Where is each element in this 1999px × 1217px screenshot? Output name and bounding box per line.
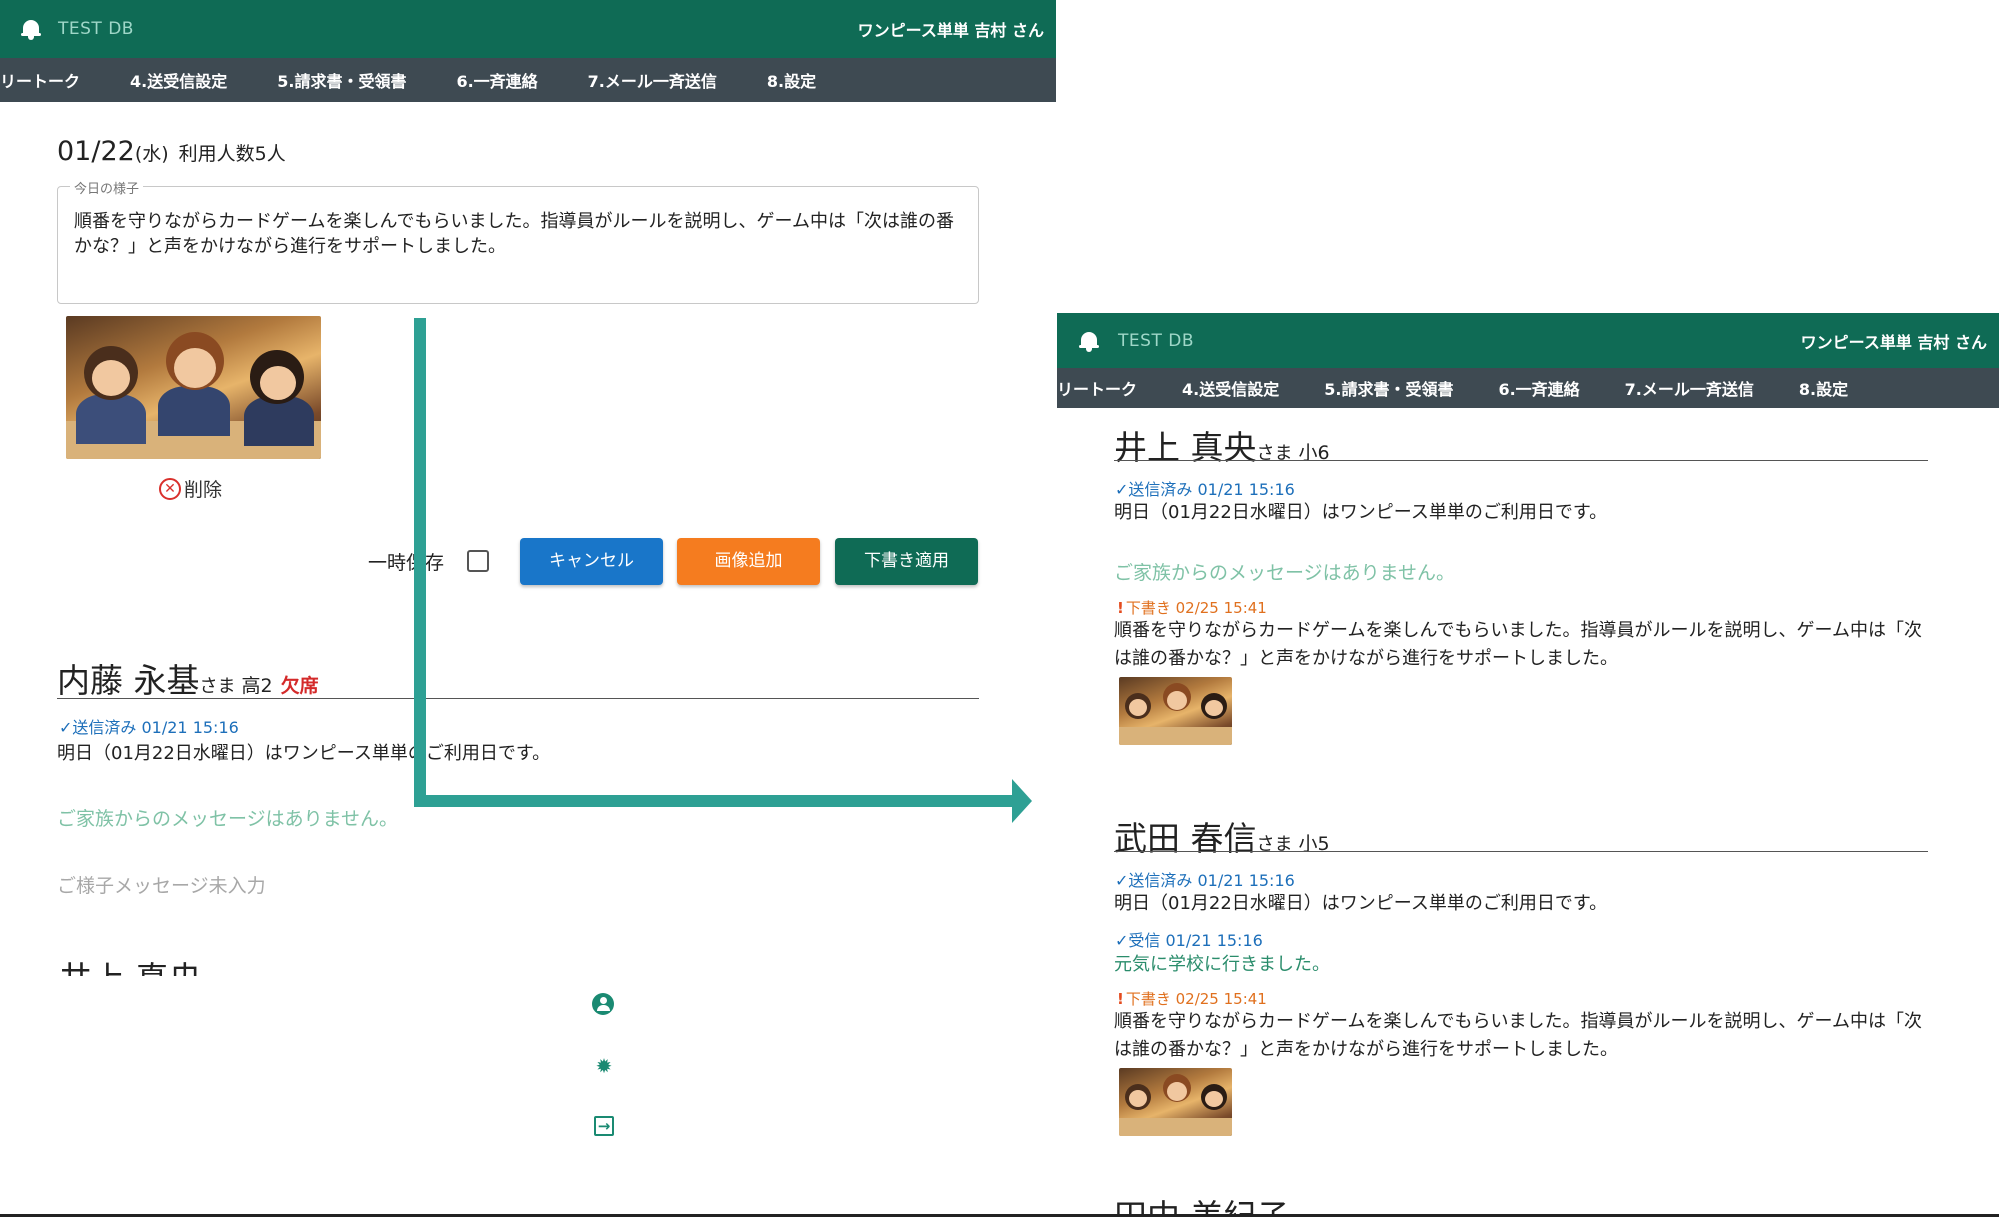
app-brand: TEST DB xyxy=(1118,330,1194,351)
family-message: 元気に学校に行きました。 xyxy=(1114,954,1330,975)
nav-item-settings[interactable]: 8.設定 xyxy=(1799,376,1848,400)
family-message-empty: ご家族からのメッセージはありません。 xyxy=(57,808,399,830)
left-app-header: TEST DB ワンピース単単 吉村 さん xyxy=(0,0,1056,58)
sent-status: ✓送信済み 01/21 15:16 xyxy=(1115,480,1295,499)
absent-badge: 欠席 xyxy=(280,675,319,697)
textarea-legend: 今日の様子 xyxy=(70,178,144,197)
nav-item-broadcast[interactable]: 6.一斉連絡 xyxy=(1498,376,1579,400)
person-name-text: 井上 真央 xyxy=(1114,428,1257,467)
nav-item-send-receive-settings[interactable]: 4.送受信設定 xyxy=(130,68,227,92)
right-app-header: ) TEST DB ワンピース単単 吉村 さん xyxy=(1051,313,1999,368)
flow-arrow-head xyxy=(1012,779,1032,823)
exclamation-icon: ! xyxy=(1117,599,1124,617)
temp-save-label: 一時保存 xyxy=(368,552,445,574)
state-message-empty: ご様子メッセージ未入力 xyxy=(57,875,266,897)
user-name[interactable]: ワンピース単単 吉村 さん xyxy=(858,17,1044,41)
bell-icon[interactable] xyxy=(1079,330,1100,352)
grade: 高2 xyxy=(241,675,273,697)
today-state-textarea[interactable]: 今日の様子 順番を守りながらカードゲームを楽しんでもらいました。指導員がルールを… xyxy=(57,178,979,304)
nav-item-broadcast[interactable]: 6.一斉連絡 xyxy=(456,68,537,92)
divider xyxy=(57,698,979,699)
schedule-message: 明日（01月22日水曜日）はワンピース単単のご利用日です。 xyxy=(1114,893,1608,914)
left-nav-bar: リートーク 4.送受信設定 5.請求書・受領書 6.一斉連絡 7.メール一斉送信… xyxy=(0,58,1056,102)
nav-item-mail-broadcast[interactable]: 7.メール一斉送信 xyxy=(1625,376,1754,400)
schedule-message: 明日（01月22日水曜日）はワンピース単単のご利用日です。 xyxy=(1114,502,1608,523)
family-message-empty: ご家族からのメッセージはありません。 xyxy=(1114,562,1456,584)
person-name-text: 内藤 永基 xyxy=(57,661,200,700)
logout-icon[interactable]: → xyxy=(592,1114,616,1138)
draft-text: 順番を守りながらカードゲームを楽しんでもらいました。指導員がルールを説明し、ゲー… xyxy=(1114,1011,1923,1060)
flow-arrow-horizontal xyxy=(414,795,1014,807)
nav-item-invoices[interactable]: 5.請求書・受領書 xyxy=(1324,376,1453,400)
bell-icon[interactable] xyxy=(21,18,41,40)
nav-item-send-receive-settings[interactable]: 4.送受信設定 xyxy=(1182,376,1279,400)
person-name: 武田 春信さま 小5 xyxy=(1114,812,1330,860)
temp-save-checkbox[interactable] xyxy=(467,550,489,572)
exclamation-icon: ! xyxy=(1117,990,1124,1008)
next-person-name-clipped: 田中 美紀子 xyxy=(1114,1200,1294,1214)
nav-item-invoices[interactable]: 5.請求書・受領書 xyxy=(277,68,406,92)
flow-arrow-vertical xyxy=(414,318,426,807)
divider xyxy=(1114,851,1928,852)
honorific: さま xyxy=(199,676,236,697)
nav-item-talk[interactable]: リートーク xyxy=(1057,376,1137,400)
bug-icon[interactable]: ✹ xyxy=(592,1054,616,1078)
received-status: ✓受信 01/21 15:16 xyxy=(1115,931,1263,950)
date-day: 01/22 xyxy=(57,136,135,167)
nav-item-talk[interactable]: リートーク xyxy=(0,68,80,92)
app-brand: TEST DB xyxy=(58,19,134,39)
person-name-text: 武田 春信 xyxy=(1114,819,1257,858)
nav-item-mail-broadcast[interactable]: 7.メール一斉送信 xyxy=(588,68,717,92)
delete-label: 削除 xyxy=(184,479,223,501)
x-circle-icon: ✕ xyxy=(159,477,181,500)
activity-photo-thumbnail[interactable] xyxy=(1119,677,1232,745)
schedule-message: 明日（01月22日水曜日）はワンピース単単のご利用日です。 xyxy=(57,743,551,764)
divider xyxy=(1114,460,1928,461)
add-image-button[interactable]: 画像追加 xyxy=(677,538,820,585)
draft-status: ! 下書き 02/25 15:41 xyxy=(1117,599,1267,617)
sent-status: ✓送信済み 01/21 15:16 xyxy=(59,718,239,737)
activity-photo-thumbnail[interactable] xyxy=(1119,1068,1232,1136)
draft-text: 順番を守りながらカードゲームを楽しんでもらいました。指導員がルールを説明し、ゲー… xyxy=(1114,620,1923,669)
person-name: 井上 真央さま 小6 xyxy=(1114,421,1330,469)
account-circle-icon[interactable] xyxy=(592,993,616,1017)
date-weekday: (水) xyxy=(134,143,169,165)
user-name[interactable]: ワンピース単単 吉村 さん xyxy=(1801,329,1987,353)
cancel-button[interactable]: キャンセル xyxy=(520,538,663,585)
delete-image-button[interactable]: ✕ 削除 xyxy=(159,475,222,502)
right-nav-bar: リートーク 4.送受信設定 5.請求書・受領書 6.一斉連絡 7.メール一斉送信… xyxy=(1057,368,1999,408)
sent-status: ✓送信済み 01/21 15:16 xyxy=(1115,871,1295,890)
apply-draft-button[interactable]: 下書き適用 xyxy=(835,538,978,585)
textarea-value[interactable]: 順番を守りながらカードゲームを楽しんでもらいました。指導員がルールを説明し、ゲー… xyxy=(74,209,960,259)
user-count: 利用人数5人 xyxy=(178,143,286,165)
nav-item-settings[interactable]: 8.設定 xyxy=(767,68,816,92)
date-heading: 01/22(水) 利用人数5人 xyxy=(57,136,286,167)
draft-status: ! 下書き 02/25 15:41 xyxy=(1117,990,1267,1008)
next-person-name-clipped: 井上 真央 xyxy=(59,962,219,976)
activity-photo xyxy=(66,316,321,459)
person-name: 内藤 永基さま 高2 欠席 xyxy=(57,654,319,702)
menu-icon-partial[interactable]: ) xyxy=(1051,330,1058,351)
